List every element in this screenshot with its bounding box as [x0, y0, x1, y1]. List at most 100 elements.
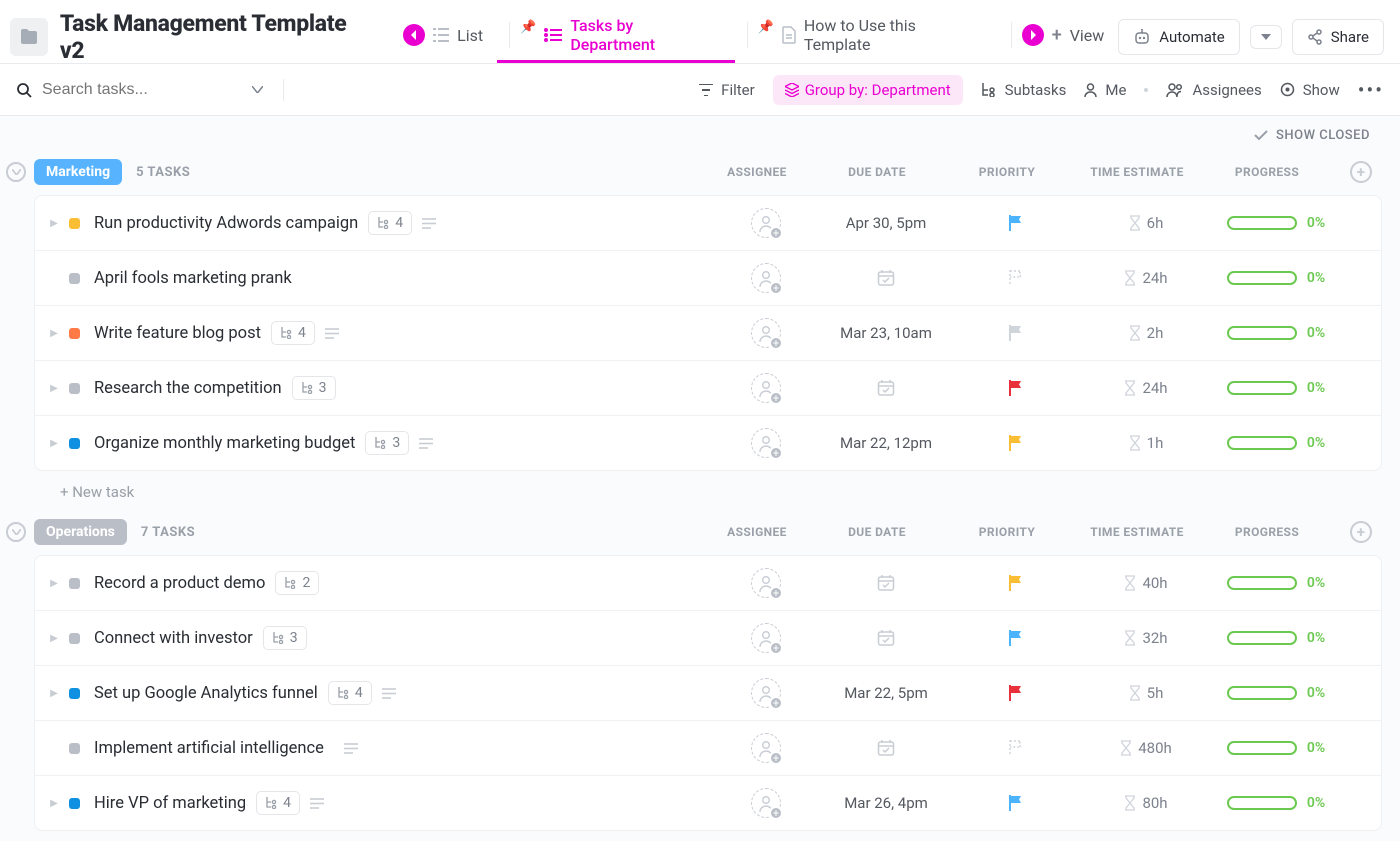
due-date-cell[interactable] [821, 739, 951, 757]
tab-list[interactable]: List [389, 10, 497, 63]
subtask-badge[interactable]: 4 [328, 681, 372, 705]
progress-cell[interactable]: 0% [1211, 215, 1341, 231]
calendar-icon[interactable] [877, 629, 895, 647]
add-assignee-icon[interactable]: + [751, 208, 781, 238]
subtasks-button[interactable]: Subtasks [981, 81, 1067, 99]
assignee-cell[interactable]: + [711, 263, 821, 293]
task-title[interactable]: Hire VP of marketing [94, 794, 246, 813]
task-row[interactable]: ▶ Connect with investor 3 + 32h 0% [35, 611, 1381, 666]
priority-cell[interactable] [951, 214, 1081, 232]
assignee-cell[interactable]: + [711, 788, 821, 818]
share-button[interactable]: Share [1292, 19, 1384, 55]
task-row[interactable]: ▶ Write feature blog post 4 + Mar 23, 10… [35, 306, 1381, 361]
task-row[interactable]: ▶ Set up Google Analytics funnel 4 + Mar… [35, 666, 1381, 721]
status-indicator[interactable] [69, 328, 80, 339]
priority-cell[interactable] [951, 379, 1081, 397]
task-title[interactable]: Set up Google Analytics funnel [94, 684, 318, 703]
due-date-cell[interactable] [821, 379, 951, 397]
assignee-cell[interactable]: + [711, 318, 821, 348]
show-closed-label[interactable]: SHOW CLOSED [1276, 128, 1370, 143]
progress-cell[interactable]: 0% [1211, 380, 1341, 396]
task-row[interactable]: Implement artificial intelligence + 480h… [35, 721, 1381, 776]
due-date-cell[interactable]: Mar 26, 4pm [821, 794, 951, 812]
expand-icon[interactable]: ▶ [49, 328, 59, 339]
subtask-badge[interactable]: 2 [275, 571, 319, 595]
time-estimate-cell[interactable]: 480h [1081, 739, 1211, 757]
priority-flag-icon[interactable] [1008, 379, 1024, 397]
progress-cell[interactable]: 0% [1211, 630, 1341, 646]
due-date-cell[interactable]: Mar 23, 10am [821, 324, 951, 342]
task-title[interactable]: Research the competition [94, 379, 282, 398]
description-icon[interactable] [344, 743, 358, 754]
due-date-cell[interactable]: Mar 22, 5pm [821, 684, 951, 702]
task-row[interactable]: ▶ Record a product demo 2 + 40h 0% [35, 556, 1381, 611]
priority-cell[interactable] [951, 684, 1081, 702]
automate-button[interactable]: Automate [1118, 19, 1239, 55]
add-assignee-icon[interactable]: + [751, 373, 781, 403]
priority-cell[interactable] [951, 434, 1081, 452]
subtask-badge[interactable]: 4 [256, 791, 300, 815]
description-icon[interactable] [325, 328, 339, 339]
task-title[interactable]: Organize monthly marketing budget [94, 434, 355, 453]
time-estimate-cell[interactable]: 5h [1081, 684, 1211, 702]
assignee-cell[interactable]: + [711, 428, 821, 458]
time-estimate-cell[interactable]: 24h [1081, 269, 1211, 287]
search-box[interactable] [16, 79, 294, 101]
expand-icon[interactable]: ▶ [49, 438, 59, 449]
task-title[interactable]: Implement artificial intelligence [94, 739, 324, 758]
add-assignee-icon[interactable]: + [751, 788, 781, 818]
priority-cell[interactable] [951, 629, 1081, 647]
task-title[interactable]: April fools marketing prank [94, 269, 292, 288]
add-assignee-icon[interactable]: + [751, 733, 781, 763]
due-date-cell[interactable]: Mar 22, 12pm [821, 434, 951, 452]
filter-button[interactable]: Filter [699, 81, 755, 99]
due-date[interactable]: Mar 23, 10am [840, 324, 932, 342]
time-estimate-cell[interactable]: 1h [1081, 434, 1211, 452]
progress-cell[interactable]: 0% [1211, 435, 1341, 451]
folder-icon[interactable] [10, 18, 48, 56]
add-assignee-icon[interactable]: + [751, 678, 781, 708]
priority-flag-icon[interactable] [1008, 684, 1024, 702]
progress-cell[interactable]: 0% [1211, 685, 1341, 701]
task-row[interactable]: April fools marketing prank + 24h 0% [35, 251, 1381, 306]
due-date[interactable]: Mar 26, 4pm [844, 794, 928, 812]
col-header-due-date[interactable]: DUE DATE [812, 165, 942, 179]
calendar-icon[interactable] [877, 269, 895, 287]
show-button[interactable]: Show [1280, 81, 1340, 99]
priority-flag-icon[interactable] [1008, 739, 1024, 757]
description-icon[interactable] [422, 218, 436, 229]
task-title[interactable]: Write feature blog post [94, 324, 261, 343]
expand-icon[interactable]: ▶ [49, 688, 59, 699]
time-estimate-cell[interactable]: 32h [1081, 629, 1211, 647]
status-indicator[interactable] [69, 578, 80, 589]
time-estimate-cell[interactable]: 2h [1081, 324, 1211, 342]
assignee-cell[interactable]: + [711, 678, 821, 708]
me-button[interactable]: Me [1084, 81, 1126, 99]
subtask-badge[interactable]: 4 [368, 211, 412, 235]
col-header-assignee[interactable]: ASSIGNEE [702, 165, 812, 179]
due-date-cell[interactable]: Apr 30, 5pm [821, 214, 951, 232]
task-title[interactable]: Run productivity Adwords campaign [94, 214, 358, 233]
col-header-priority[interactable]: PRIORITY [942, 165, 1072, 179]
col-header-time-estimate[interactable]: TIME ESTIMATE [1072, 525, 1202, 539]
priority-flag-icon[interactable] [1008, 214, 1024, 232]
time-estimate-cell[interactable]: 6h [1081, 214, 1211, 232]
time-estimate-cell[interactable]: 40h [1081, 574, 1211, 592]
due-date[interactable]: Mar 22, 12pm [840, 434, 932, 452]
task-title[interactable]: Connect with investor [94, 629, 253, 648]
assignees-button[interactable]: Assignees [1166, 81, 1261, 99]
priority-cell[interactable] [951, 574, 1081, 592]
due-date-cell[interactable] [821, 269, 951, 287]
collapse-button[interactable] [6, 522, 26, 542]
progress-cell[interactable]: 0% [1211, 795, 1341, 811]
status-indicator[interactable] [69, 633, 80, 644]
priority-cell[interactable] [951, 739, 1081, 757]
priority-flag-icon[interactable] [1008, 324, 1024, 342]
group-label[interactable]: Marketing [34, 159, 122, 185]
task-title[interactable]: Record a product demo [94, 574, 265, 593]
tab-tasks-by-department[interactable]: 📌 Tasks by Department [497, 10, 735, 63]
assignee-cell[interactable]: + [711, 568, 821, 598]
task-row[interactable]: ▶ Run productivity Adwords campaign 4 + … [35, 196, 1381, 251]
group-label[interactable]: Operations [34, 519, 127, 545]
expand-icon[interactable]: ▶ [49, 798, 59, 809]
